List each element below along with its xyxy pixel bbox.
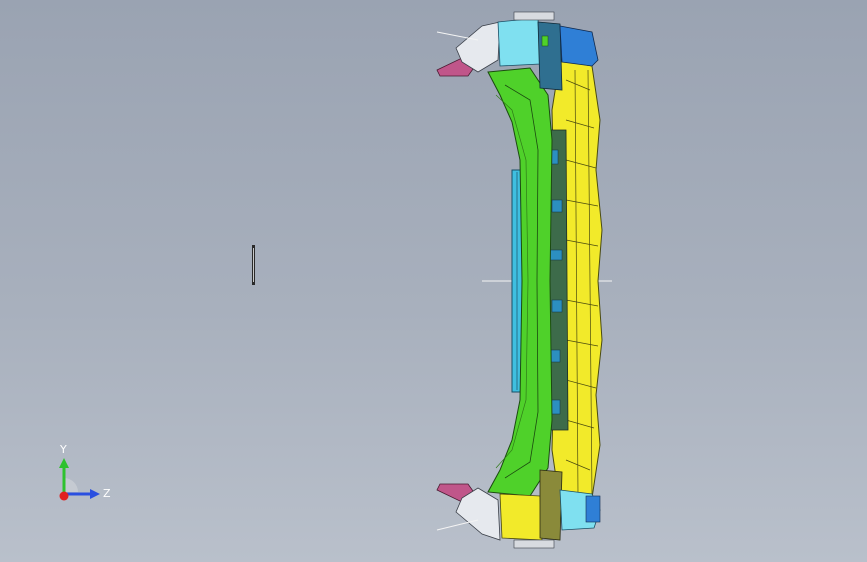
z-axis-arrowhead (90, 489, 100, 499)
axis-triad: Y Z (59, 443, 111, 501)
y-axis-arrowhead (59, 458, 69, 468)
x-axis-dot (59, 491, 69, 501)
top-plate-cyan[interactable] (497, 17, 541, 67)
triad-plane-fan (64, 478, 78, 492)
bumper-assembly-model[interactable] (0, 0, 867, 562)
top-plate-blue[interactable] (559, 25, 599, 67)
z-axis-label: Z (103, 487, 111, 500)
cad-viewport[interactable]: Y Z (0, 0, 867, 562)
bottom-plate-olive (539, 469, 563, 541)
top-plate-dark (537, 21, 563, 91)
y-axis-label: Y (59, 443, 67, 456)
bottom-plate-yellow[interactable] (499, 493, 543, 541)
